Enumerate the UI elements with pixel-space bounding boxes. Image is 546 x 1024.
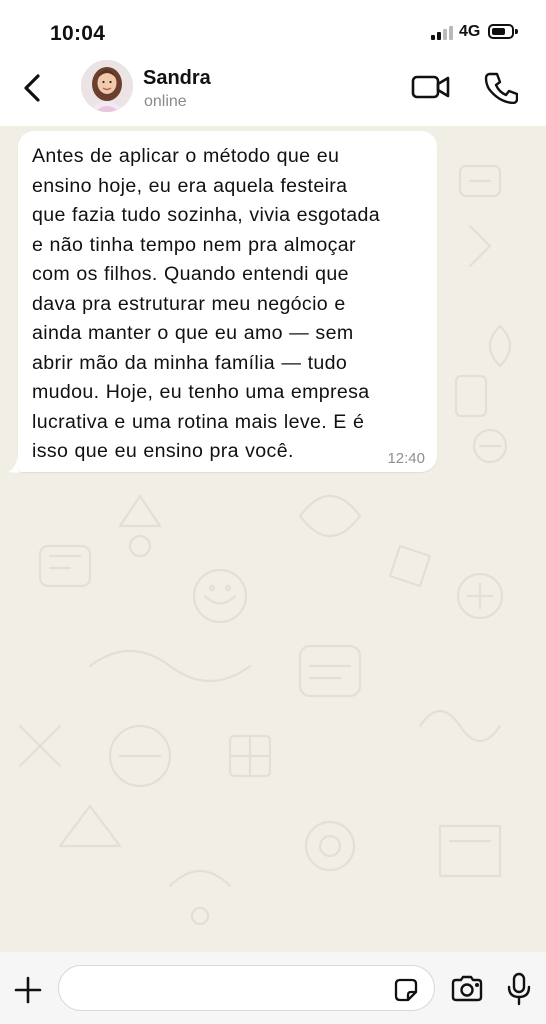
message-timestamp: 12:40: [387, 450, 425, 467]
message-bubble-incoming[interactable]: Antes de aplicar o método que eu ensino …: [18, 131, 437, 472]
attach-button[interactable]: [12, 974, 44, 1006]
message-input[interactable]: [58, 965, 435, 1011]
plus-icon: [14, 976, 42, 1004]
signal-bars-icon: [431, 24, 455, 40]
battery-icon: [488, 24, 518, 39]
phone-icon: [484, 72, 519, 105]
voice-message-button[interactable]: [506, 971, 532, 1007]
sticker-icon: [394, 978, 418, 1002]
message-input-bar: [0, 952, 546, 1024]
contact-name[interactable]: Sandra: [143, 67, 211, 90]
message-text: Antes de aplicar o método que eu ensino …: [32, 145, 381, 462]
video-call-button[interactable]: [410, 72, 452, 102]
status-bar: 10:04 4G: [0, 0, 546, 60]
avatar[interactable]: [81, 60, 133, 112]
microphone-icon: [507, 972, 531, 1006]
camera-button[interactable]: [450, 974, 484, 1004]
camera-icon: [451, 975, 483, 1002]
video-camera-icon: [411, 75, 450, 99]
status-time: 10:04: [50, 22, 106, 45]
back-button[interactable]: [16, 68, 52, 108]
chevron-left-icon: [24, 74, 40, 102]
chat-header: Sandra online: [0, 60, 546, 126]
network-type: 4G: [459, 23, 481, 40]
voice-call-button[interactable]: [484, 70, 519, 105]
contact-status: online: [144, 93, 187, 110]
sticker-button[interactable]: [392, 976, 420, 1004]
